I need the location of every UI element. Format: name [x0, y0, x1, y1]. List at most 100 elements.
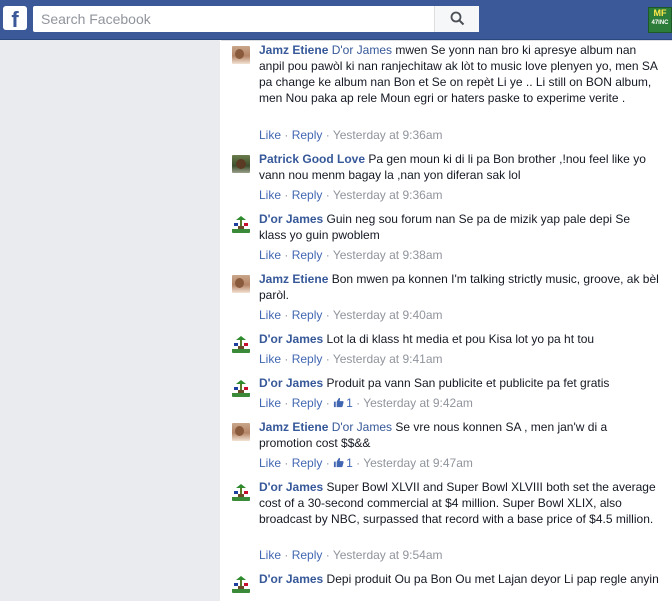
comment-author[interactable]: Jamz Etiene — [259, 272, 328, 286]
separator: · — [325, 248, 330, 262]
comment-body: Jamz Etiene D'or James mwen Se yonn nan … — [259, 42, 659, 106]
comment-timestamp[interactable]: Yesterday at 9:54am — [333, 548, 443, 562]
separator: · — [325, 548, 330, 562]
separator: · — [325, 188, 330, 202]
facebook-logo-icon[interactable]: f — [3, 6, 27, 30]
separator: · — [356, 456, 361, 470]
comment-author[interactable]: D'or James — [259, 332, 323, 346]
comment-body: D'or James Super Bowl XLVII and Super Bo… — [259, 479, 659, 527]
separator: · — [284, 548, 289, 562]
reply-link[interactable]: Reply — [292, 308, 323, 322]
search-button[interactable] — [434, 6, 479, 32]
comment-actions: Like · Reply · 1 · Yesterday at 9:42am — [259, 395, 473, 411]
comment-mention[interactable]: D'or James — [332, 420, 392, 434]
like-count[interactable]: 1 — [346, 456, 353, 470]
like-link[interactable]: Like — [259, 128, 281, 142]
app-shortcut-icon[interactable]: MF 47INC — [648, 7, 672, 33]
haiti-coat-of-arms-icon — [232, 380, 250, 397]
avatar[interactable] — [232, 575, 250, 593]
comment-text: Depi produit Ou pa Bon Ou met Lajan deyo… — [323, 572, 659, 586]
avatar[interactable] — [232, 335, 250, 353]
avatar[interactable] — [232, 275, 250, 293]
avatar[interactable] — [232, 46, 250, 64]
comment-actions: Like · Reply · Yesterday at 9:38am — [259, 247, 443, 263]
search-box — [33, 6, 479, 32]
comment-mention[interactable]: D'or James — [332, 43, 392, 57]
comment-timestamp[interactable]: Yesterday at 9:38am — [333, 248, 443, 262]
search-icon — [450, 11, 465, 26]
top-navigation-bar: f MF 47INC — [0, 0, 672, 40]
app-badge-bottom-text: 47INC — [651, 20, 669, 26]
comment-actions: Like · Reply · Yesterday at 9:36am — [259, 127, 443, 143]
like-link[interactable]: Like — [259, 248, 281, 262]
haiti-coat-of-arms-icon — [232, 576, 250, 593]
reply-link[interactable]: Reply — [292, 248, 323, 262]
like-link[interactable]: Like — [259, 548, 281, 562]
comment-timestamp[interactable]: Yesterday at 9:42am — [363, 396, 473, 410]
avatar[interactable] — [232, 379, 250, 397]
comment-timestamp[interactable]: Yesterday at 9:47am — [363, 456, 473, 470]
thumbs-up-icon — [333, 457, 344, 468]
comment-body: Patrick Good Love Pa gen moun ki di li p… — [259, 151, 659, 183]
separator: · — [325, 456, 330, 470]
comment-body: D'or James Guin neg sou forum nan Se pa … — [259, 211, 659, 243]
separator: · — [284, 188, 289, 202]
comment-actions: Like · Reply · 1 · Yesterday at 9:47am — [259, 455, 473, 471]
comment-body: D'or James Lot la di klass ht media et p… — [259, 331, 659, 347]
avatar[interactable] — [232, 483, 250, 501]
comment-text: Produit pa vann San publicite et publici… — [323, 376, 610, 390]
avatar[interactable] — [232, 215, 250, 233]
comment-author[interactable]: D'or James — [259, 212, 323, 226]
divider — [221, 40, 672, 41]
comment-author[interactable]: D'or James — [259, 572, 323, 586]
like-link[interactable]: Like — [259, 188, 281, 202]
like-link[interactable]: Like — [259, 396, 281, 410]
left-sidebar — [0, 40, 220, 601]
like-link[interactable]: Like — [259, 308, 281, 322]
comment-actions: Like · Reply · Yesterday at 9:36am — [259, 187, 443, 203]
comment-actions: Like · Reply · Yesterday at 9:41am — [259, 351, 443, 367]
thumbs-up-icon — [333, 397, 344, 408]
comment-author[interactable]: Jamz Etiene — [259, 43, 328, 57]
haiti-coat-of-arms-icon — [232, 336, 250, 353]
comment-timestamp[interactable]: Yesterday at 9:36am — [333, 188, 443, 202]
comment-actions: Like · Reply · Yesterday at 9:40am — [259, 307, 443, 323]
comment-actions: Like · Reply · Yesterday at 9:54am — [259, 547, 443, 563]
comment-timestamp[interactable]: Yesterday at 9:36am — [333, 128, 443, 142]
separator: · — [325, 128, 330, 142]
separator: · — [284, 308, 289, 322]
comment-author[interactable]: D'or James — [259, 376, 323, 390]
comment-body: D'or James Depi produit Ou pa Bon Ou met… — [259, 571, 659, 587]
reply-link[interactable]: Reply — [292, 128, 323, 142]
separator: · — [356, 396, 361, 410]
like-count[interactable]: 1 — [346, 396, 353, 410]
comment-author[interactable]: Jamz Etiene — [259, 420, 328, 434]
comment-body: Jamz Etiene D'or James Se vre nous konne… — [259, 419, 659, 451]
reply-link[interactable]: Reply — [292, 456, 323, 470]
avatar[interactable] — [232, 423, 250, 441]
reply-link[interactable]: Reply — [292, 548, 323, 562]
comment-timestamp[interactable]: Yesterday at 9:41am — [333, 352, 443, 366]
reply-link[interactable]: Reply — [292, 188, 323, 202]
reply-link[interactable]: Reply — [292, 396, 323, 410]
separator: · — [284, 456, 289, 470]
app-badge-top-text: MF — [653, 8, 667, 18]
separator: · — [325, 308, 330, 322]
comment-author[interactable]: D'or James — [259, 480, 323, 494]
comment-text: Lot la di klass ht media et pou Kisa lot… — [323, 332, 595, 346]
separator: · — [325, 396, 330, 410]
haiti-coat-of-arms-icon — [232, 484, 250, 501]
reply-link[interactable]: Reply — [292, 352, 323, 366]
comment-body: Jamz Etiene Bon mwen pa konnen I'm talki… — [259, 271, 659, 303]
haiti-coat-of-arms-icon — [232, 216, 250, 233]
comment-body: D'or James Produit pa vann San publicite… — [259, 375, 659, 391]
comment-thread: Jamz Etiene D'or James mwen Se yonn nan … — [221, 40, 672, 601]
comment-timestamp[interactable]: Yesterday at 9:40am — [333, 308, 443, 322]
like-link[interactable]: Like — [259, 456, 281, 470]
comment-author[interactable]: Patrick Good Love — [259, 152, 365, 166]
separator: · — [284, 396, 289, 410]
like-link[interactable]: Like — [259, 352, 281, 366]
search-input[interactable] — [33, 6, 441, 32]
separator: · — [284, 248, 289, 262]
avatar[interactable] — [232, 155, 250, 173]
